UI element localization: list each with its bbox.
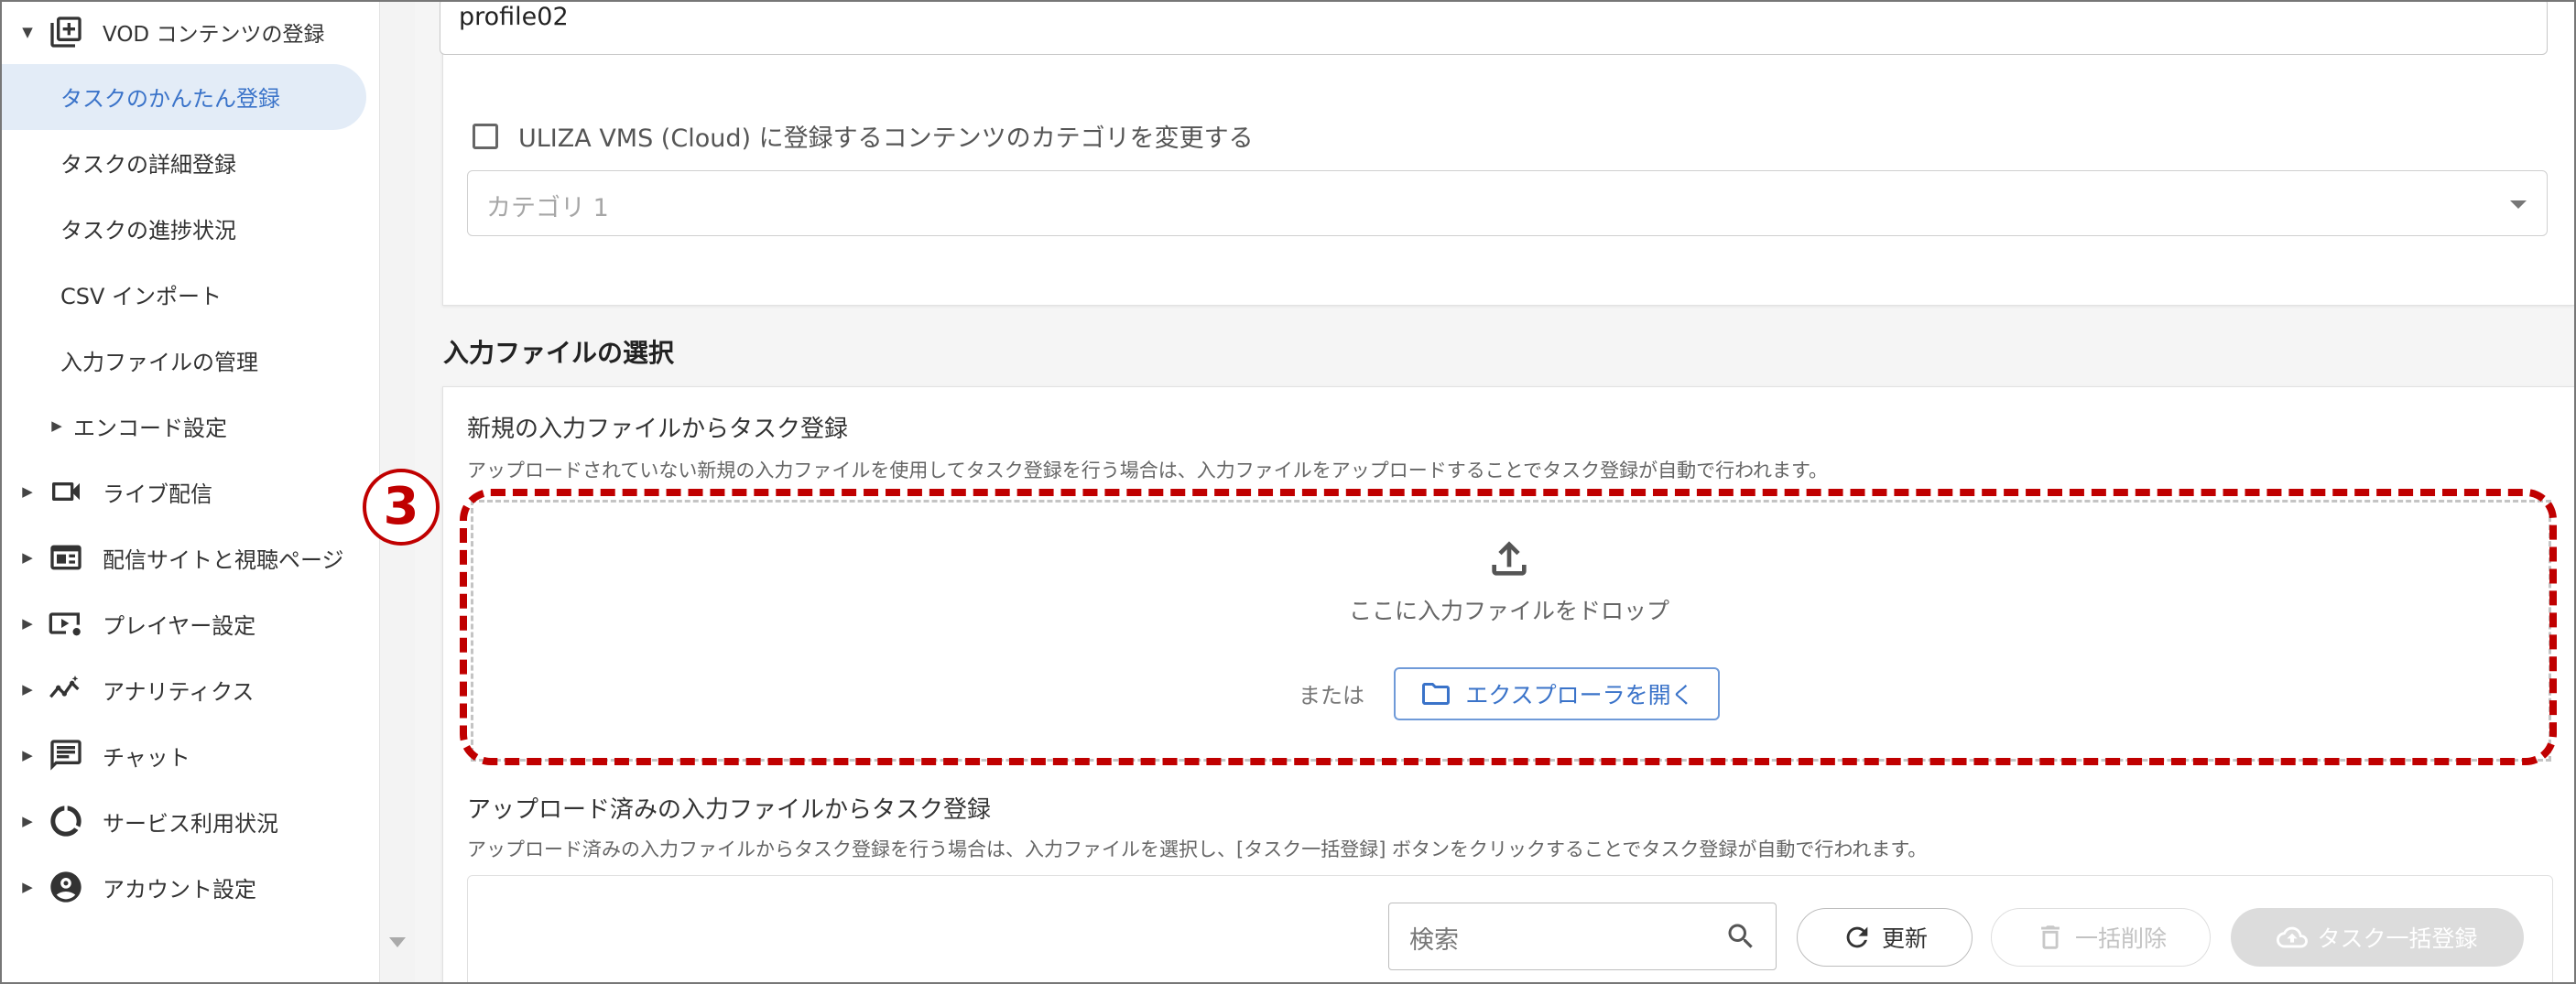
refresh-button[interactable]: 更新 [1797,908,1973,967]
bulk-register-button[interactable]: タスク一括登録 [2231,908,2524,967]
video-camera-icon [48,473,84,510]
profile-input[interactable]: profile02 [440,2,2548,55]
sidebar-item-label: サービス利用状況 [103,810,278,837]
sidebar-item-label: 入力ファイルの管理 [60,349,258,375]
category-select-placeholder: カテゴリ 1 [486,194,609,222]
uploaded-file-description: アップロード済みの入力ファイルからタスク登録を行う場合は、入力ファイルを選択し、… [467,838,1928,860]
search-input[interactable]: 検索 [1388,903,1777,970]
sidebar-item-usage[interactable]: ▶ サービス利用状況 [2,789,379,853]
chevron-down-icon: ▼ [22,24,33,40]
search-icon[interactable] [1724,920,1757,953]
sidebar-item-label: ライブ配信 [103,481,212,507]
chevron-right-icon: ▶ [22,813,33,829]
sidebar-item-detail-register[interactable]: タスクの詳細登録 [2,130,438,194]
sidebar-item-label: アカウント設定 [103,876,256,903]
dropdown-arrow-icon [2510,200,2527,209]
sidebar-item-analytics[interactable]: ▶ アナリティクス [2,657,379,721]
sidebar-item-sites[interactable]: ▶ 配信サイトと視聴ページ [2,525,379,589]
sidebar-item-label: VOD コンテンツの登録 [103,23,325,47]
app-frame: ▼ VOD コンテンツの登録 タスクのかんたん登録 タスクの詳細登録 タスクの進… [0,0,2576,984]
cloud-upload-icon [2277,926,2309,948]
scroll-down-arrow-icon[interactable] [389,937,406,947]
sidebar-item-csv-import[interactable]: CSV インポート [2,262,438,326]
bulk-delete-label: 一括削除 [2074,925,2167,952]
account-icon [48,869,84,905]
bulk-register-label: タスク一括登録 [2317,925,2478,952]
sidebar-item-label: タスクのかんたん登録 [60,85,280,112]
sidebar-item-label: プレイヤー設定 [103,612,256,639]
sidebar-item-label: 配信サイトと視聴ページ [103,546,344,573]
category-change-checkbox[interactable] [473,123,498,149]
sidebar-item-label: CSV インポート [60,283,223,309]
bulk-delete-button[interactable]: 一括削除 [1991,908,2211,967]
sidebar-item-task-progress[interactable]: タスクの進捗状況 [2,196,438,260]
chevron-right-icon: ▶ [22,483,33,500]
category-change-checkbox-row[interactable]: ULIZA VMS (Cloud) に登録するコンテンツのカテゴリを変更する [473,118,1254,154]
analytics-icon [48,671,84,708]
add-box-icon [48,14,84,50]
web-page-icon [48,539,84,576]
category-change-label: ULIZA VMS (Cloud) に登録するコンテンツのカテゴリを変更する [518,124,1254,153]
annotation-highlight [460,489,2557,765]
new-file-description: アップロードされていない新規の入力ファイルを使用してタスク登録を行う場合は、入力… [467,460,1828,481]
sidebar-item-input-files[interactable]: 入力ファイルの管理 [2,328,438,392]
section-title: 入力ファイルの選択 [443,338,675,368]
sidebar-item-account[interactable]: ▶ アカウント設定 [2,855,379,919]
chevron-right-icon: ▶ [22,681,33,697]
search-placeholder: 検索 [1409,926,1459,955]
sidebar-item-label: エンコード設定 [73,415,227,441]
chevron-right-icon: ▶ [22,747,33,763]
category-select[interactable]: カテゴリ 1 [467,170,2548,236]
chevron-right-icon: ▶ [22,879,33,895]
sidebar-item-live[interactable]: ▶ ライブ配信 [2,460,379,524]
sidebar-item-label: タスクの詳細登録 [60,151,236,178]
player-settings-icon [48,605,84,642]
uploaded-file-heading: アップロード済みの入力ファイルからタスク登録 [467,796,992,824]
sidebar-item-label: チャット [103,744,190,771]
chevron-right-icon: ▶ [22,549,33,566]
chat-icon [48,737,84,773]
step-marker: 3 [363,469,440,546]
sidebar-item-chat[interactable]: ▶ チャット [2,723,379,787]
chevron-right-icon: ▶ [22,615,33,632]
usage-icon [48,803,84,839]
sidebar-item-quick-register[interactable]: タスクのかんたん登録 [2,64,438,128]
sidebar-item-label: アナリティクス [103,678,255,705]
sidebar: ▼ VOD コンテンツの登録 タスクのかんたん登録 タスクの詳細登録 タスクの進… [2,2,379,982]
chevron-right-icon: ▶ [51,417,62,434]
trash-icon [2041,925,2060,949]
sidebar-item-vod[interactable]: ▼ VOD コンテンツの登録 [2,2,379,64]
new-file-heading: 新規の入力ファイルからタスク登録 [467,416,849,443]
refresh-label: 更新 [1881,925,1928,952]
sidebar-item-player[interactable]: ▶ プレイヤー設定 [2,591,379,655]
refresh-icon [1846,926,1868,948]
sidebar-item-encode-settings[interactable]: ▶ エンコード設定 [2,394,379,458]
sidebar-item-label: タスクの進捗状況 [60,217,236,243]
